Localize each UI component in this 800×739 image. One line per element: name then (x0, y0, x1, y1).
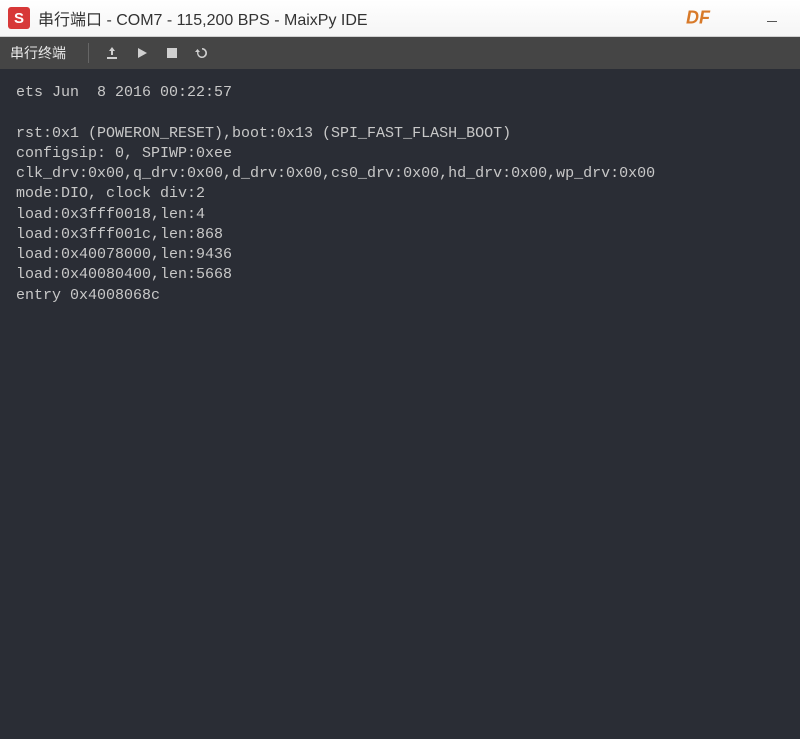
terminal-line: mode:DIO, clock div:2 (16, 184, 784, 204)
play-button[interactable] (131, 42, 153, 64)
toolbar: 串行终端 (0, 37, 800, 69)
terminal-line: load:0x3fff0018,len:4 (16, 205, 784, 225)
toolbar-divider (88, 43, 89, 63)
upload-button[interactable] (101, 42, 123, 64)
terminal-line: load:0x40080400,len:5668 (16, 265, 784, 285)
terminal-line: load:0x3fff001c,len:868 (16, 225, 784, 245)
terminal-line (16, 103, 784, 123)
terminal-line: load:0x40078000,len:9436 (16, 245, 784, 265)
minimize-button[interactable] (752, 3, 792, 33)
refresh-icon (194, 45, 210, 61)
refresh-button[interactable] (191, 42, 213, 64)
terminal-line: configsip: 0, SPIWP:0xee (16, 144, 784, 164)
terminal-output[interactable]: ets Jun 8 2016 00:22:57 rst:0x1 (POWERON… (0, 69, 800, 739)
terminal-line: rst:0x1 (POWERON_RESET),boot:0x13 (SPI_F… (16, 124, 784, 144)
minimize-icon (767, 13, 777, 23)
stop-button[interactable] (161, 42, 183, 64)
play-icon (135, 46, 149, 60)
upload-icon (104, 45, 120, 61)
terminal-line: clk_drv:0x00,q_drv:0x00,d_drv:0x00,cs0_d… (16, 164, 784, 184)
window-controls (752, 3, 792, 33)
terminal-line: entry 0x4008068c (16, 286, 784, 306)
window-title: 串行端口 - COM7 - 115,200 BPS - MaixPy IDE (38, 6, 752, 30)
app-icon: S (8, 7, 30, 29)
df-badge: DF (686, 8, 710, 29)
stop-icon (165, 46, 179, 60)
titlebar: S 串行端口 - COM7 - 115,200 BPS - MaixPy IDE… (0, 0, 800, 37)
terminal-line: ets Jun 8 2016 00:22:57 (16, 83, 784, 103)
app-icon-letter: S (14, 10, 24, 27)
toolbar-label: 串行终端 (10, 43, 66, 63)
